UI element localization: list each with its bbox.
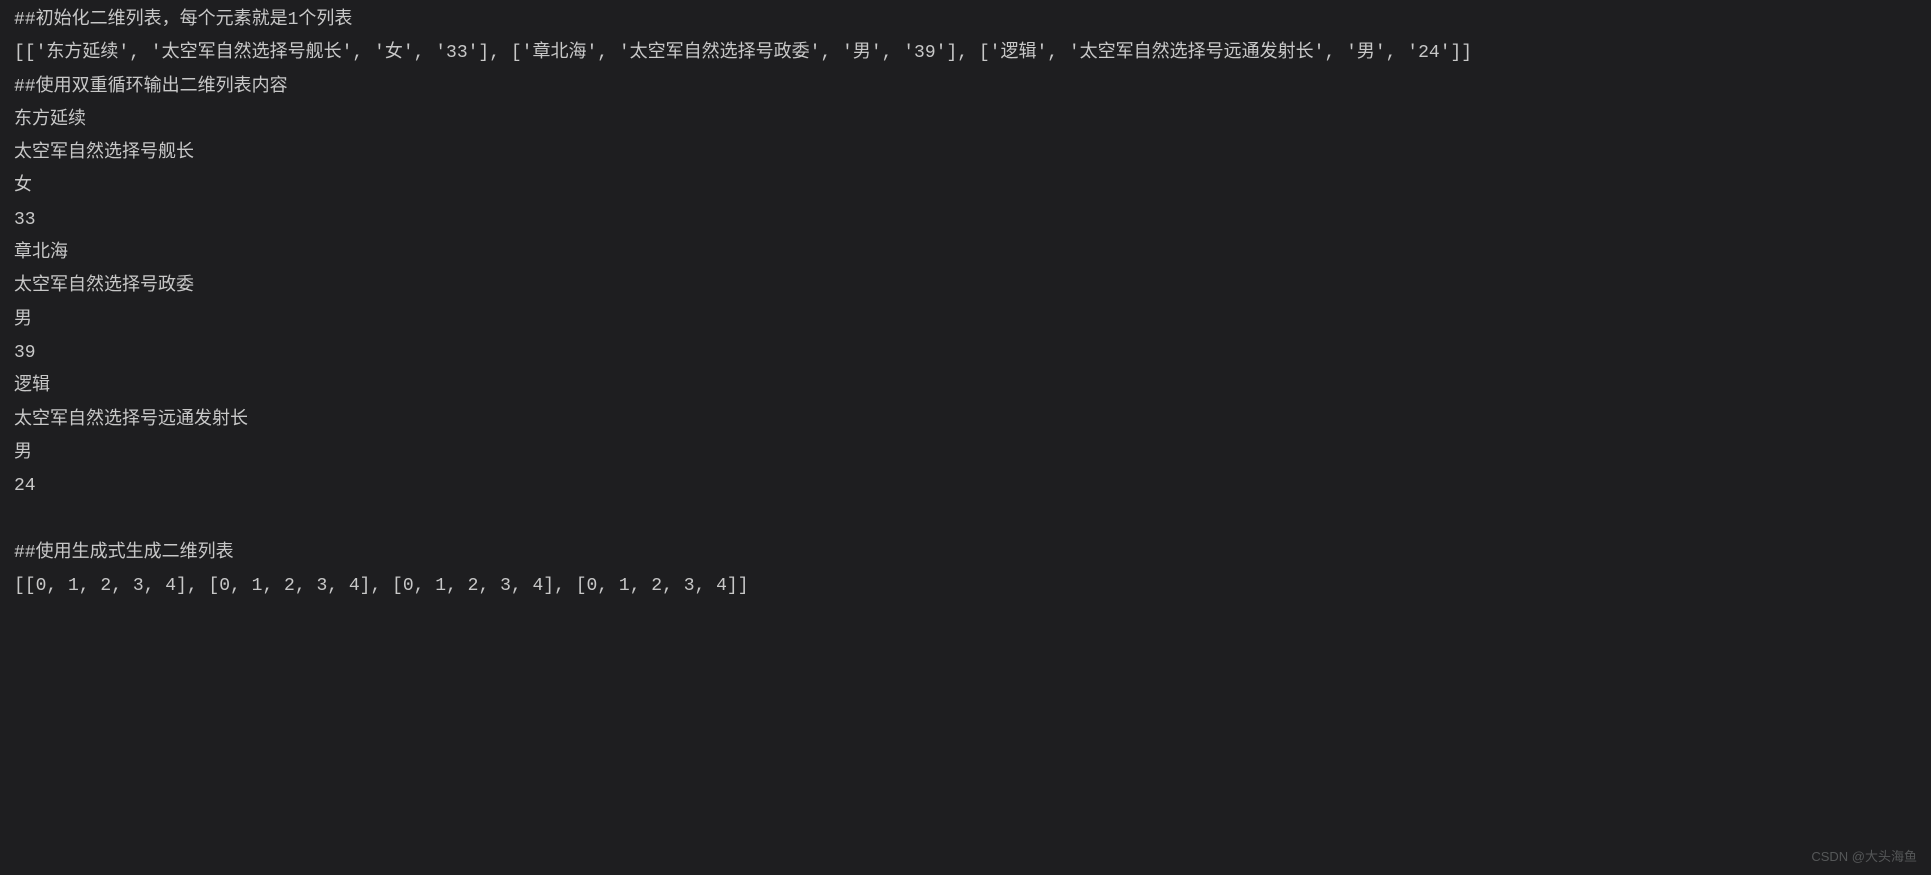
- output-line: [[0, 1, 2, 3, 4], [0, 1, 2, 3, 4], [0, 1…: [14, 570, 1917, 603]
- watermark-text: CSDN @大头海鱼: [1811, 845, 1917, 869]
- comment-line: ##使用双重循环输出二维列表内容: [14, 71, 1917, 104]
- output-line: 24: [14, 470, 1917, 503]
- output-line: 女: [14, 170, 1917, 203]
- output-line: 太空军自然选择号政委: [14, 270, 1917, 303]
- output-line: 太空军自然选择号舰长: [14, 137, 1917, 170]
- output-line: 33: [14, 204, 1917, 237]
- output-line: [['东方延续', '太空军自然选择号舰长', '女', '33'], ['章北…: [14, 37, 1917, 70]
- output-line: 39: [14, 337, 1917, 370]
- output-line: 东方延续: [14, 104, 1917, 137]
- output-line: 男: [14, 437, 1917, 470]
- comment-line: ##使用生成式生成二维列表: [14, 537, 1917, 570]
- output-line: 章北海: [14, 237, 1917, 270]
- output-line: 逻辑: [14, 370, 1917, 403]
- output-line: 男: [14, 304, 1917, 337]
- comment-line: ##初始化二维列表，每个元素就是1个列表: [14, 4, 1917, 37]
- output-line: 太空军自然选择号远通发射长: [14, 404, 1917, 437]
- blank-line: [14, 503, 1917, 536]
- code-output-block: ##初始化二维列表，每个元素就是1个列表 [['东方延续', '太空军自然选择号…: [14, 4, 1917, 603]
